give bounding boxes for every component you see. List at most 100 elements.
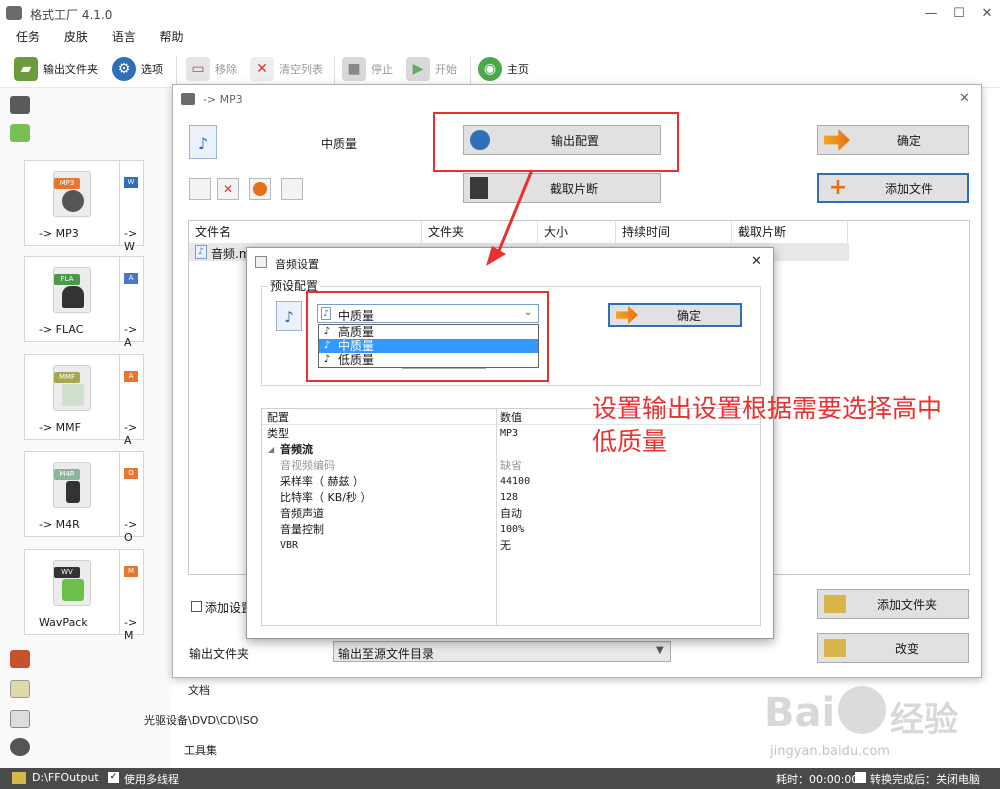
tile-mmf[interactable]: MMF -> MMF bbox=[24, 354, 120, 440]
change-button[interactable]: 改变 bbox=[817, 633, 969, 663]
image-category-icon[interactable] bbox=[10, 650, 30, 668]
watermark-brand: Bai bbox=[764, 690, 836, 736]
play-small-button[interactable] bbox=[249, 178, 271, 200]
tile-wavpack[interactable]: WV WavPack bbox=[24, 549, 120, 635]
audio-file-icon: ♪ bbox=[195, 245, 207, 259]
mmf-file-icon: MMF bbox=[53, 365, 91, 411]
start-button[interactable]: ▶ 开始 bbox=[406, 54, 457, 84]
add-file-button[interactable]: + 添加文件 bbox=[817, 173, 969, 203]
mp3-preset-icon: ♪ bbox=[276, 301, 302, 331]
toolbar-separator bbox=[334, 56, 335, 84]
tile-flac[interactable]: FLA -> FLAC bbox=[24, 256, 120, 342]
col2-badge-2: A bbox=[124, 273, 138, 284]
close-button[interactable]: ✕ bbox=[974, 4, 1000, 24]
menu-skin[interactable]: 皮肤 bbox=[64, 30, 88, 44]
maximize-button[interactable]: ☐ bbox=[946, 4, 972, 24]
output-folder-label: 输出文件夹 bbox=[189, 647, 250, 661]
m4r-file-icon: M4R bbox=[53, 462, 91, 508]
highlight-box-quality bbox=[306, 291, 549, 382]
left-panel: MP3 -> MP3 FLA -> FLAC MMF -> MMF M4R ->… bbox=[0, 88, 172, 768]
tile-mp3[interactable]: MP3 -> MP3 bbox=[24, 160, 120, 246]
property-row[interactable]: VBR 无 bbox=[262, 538, 760, 553]
video-category-icon[interactable] bbox=[10, 96, 30, 114]
menu-bar: 任务 皮肤 语言 帮助 bbox=[0, 28, 1000, 48]
home-button[interactable]: ◉ 主页 bbox=[478, 54, 529, 84]
folder-icon bbox=[824, 639, 846, 657]
dialog-icon bbox=[181, 93, 195, 105]
audio-category-icon[interactable] bbox=[10, 124, 30, 142]
category-optical[interactable]: 光驱设备\DVD\CD\ISO bbox=[144, 712, 258, 728]
toolbar: ▰ 输出文件夹 ⚙ 选项 ▭ 移除 ✕ 清空列表 ■ 停止 ▶ 开始 ◉ 主页 bbox=[0, 50, 1000, 88]
delete-small-button[interactable]: ✕ bbox=[217, 178, 239, 200]
property-row[interactable]: 音视频编码 缺省 bbox=[262, 458, 760, 473]
category-document[interactable]: 文档 bbox=[188, 682, 210, 698]
speaker-icon bbox=[62, 190, 84, 212]
add-folder-button[interactable]: 添加文件夹 bbox=[817, 589, 969, 619]
watermark: Bai 经验 jingyan.baidu.com bbox=[750, 676, 990, 768]
ok-button[interactable]: 确定 bbox=[817, 125, 969, 155]
clear-list-button[interactable]: ✕ 清空列表 bbox=[250, 54, 323, 84]
music-note-icon bbox=[62, 579, 84, 601]
column-filename[interactable]: 文件名 bbox=[189, 221, 422, 243]
tile-col2-1[interactable]: W -> W bbox=[120, 160, 144, 253]
multithread-checkbox[interactable]: ✓ bbox=[108, 772, 119, 783]
headphones-icon bbox=[62, 286, 84, 308]
dialog-close-icon[interactable]: ✕ bbox=[959, 91, 970, 106]
m4r-badge: M4R bbox=[54, 469, 80, 480]
expand-icon[interactable]: ◢ bbox=[268, 442, 274, 457]
shutdown-checkbox[interactable] bbox=[855, 772, 866, 783]
column-clip[interactable]: 截取片断 bbox=[732, 221, 848, 243]
annotation-arrow bbox=[486, 169, 534, 266]
tile-col2-4[interactable]: O -> O bbox=[120, 451, 144, 544]
property-row[interactable]: 音频声道 自动 bbox=[262, 506, 760, 521]
annotation-text: 设置输出设置根据需要选择高中低质量 bbox=[592, 394, 943, 456]
tile-col2-2[interactable]: A -> A bbox=[120, 256, 144, 349]
globe-icon: ◉ bbox=[478, 57, 502, 81]
highlight-box-output-config bbox=[433, 112, 679, 172]
tile-m4r[interactable]: M4R -> M4R bbox=[24, 451, 120, 537]
chevron-down-icon: ▼ bbox=[656, 645, 664, 656]
menu-task[interactable]: 任务 bbox=[16, 30, 40, 44]
audio-dialog-close-icon[interactable]: ✕ bbox=[751, 254, 762, 269]
tools-category-icon[interactable] bbox=[10, 738, 30, 756]
property-row[interactable]: 音量控制 100% bbox=[262, 522, 760, 537]
flac-file-icon: FLA bbox=[53, 267, 91, 313]
stop-button[interactable]: ■ 停止 bbox=[342, 54, 393, 84]
minimize-button[interactable]: — bbox=[918, 4, 944, 24]
column-size[interactable]: 大小 bbox=[538, 221, 616, 243]
options-button[interactable]: ⚙ 选项 bbox=[112, 54, 163, 84]
output-path[interactable]: D:\FFOutput bbox=[32, 771, 99, 784]
property-row[interactable]: 比特率（ KB/秒 ） 128 bbox=[262, 490, 760, 505]
elapsed-time: 耗时：00:00:00 bbox=[776, 773, 859, 786]
phone-icon bbox=[66, 481, 80, 503]
document-icon bbox=[62, 384, 84, 406]
output-folder-select[interactable]: 输出至源文件目录 ▼ bbox=[333, 641, 671, 662]
mp3-music-icon: ♪ bbox=[189, 125, 217, 159]
wv-badge: WV bbox=[54, 567, 80, 578]
multithread-label: 使用多线程 bbox=[124, 773, 179, 786]
add-settings-checkbox[interactable] bbox=[191, 601, 202, 612]
property-row[interactable]: 采样率（ 赫兹 ） 44100 bbox=[262, 474, 760, 489]
preset-ok-button[interactable]: 确定 bbox=[608, 303, 742, 327]
disc-category-icon[interactable] bbox=[10, 710, 30, 728]
tile-col2-3[interactable]: A -> A bbox=[120, 354, 144, 447]
output-folder-button[interactable]: ▰ 输出文件夹 bbox=[14, 54, 98, 84]
tile-col2-5[interactable]: M -> M bbox=[120, 549, 144, 642]
info-small-button[interactable] bbox=[281, 178, 303, 200]
audio-dialog-title: 音频设置 bbox=[275, 258, 319, 271]
col2-badge-3: A bbox=[124, 371, 138, 382]
gear-icon: ⚙ bbox=[112, 57, 136, 81]
column-duration[interactable]: 持续时间 bbox=[616, 221, 732, 243]
folder-icon: ▰ bbox=[14, 57, 38, 81]
menu-help[interactable]: 帮助 bbox=[160, 30, 184, 44]
document-category-icon[interactable] bbox=[10, 680, 30, 698]
menu-language[interactable]: 语言 bbox=[112, 30, 136, 44]
dialog-title: -> MP3 bbox=[203, 93, 243, 106]
arrow-right-icon bbox=[616, 306, 638, 324]
add-file-small-button[interactable] bbox=[189, 178, 211, 200]
folder-icon bbox=[12, 772, 26, 784]
category-tools[interactable]: 工具集 bbox=[184, 742, 217, 758]
watermark-url: jingyan.baidu.com bbox=[770, 744, 890, 759]
remove-button[interactable]: ▭ 移除 bbox=[186, 54, 237, 84]
title-bar: 格式工厂 4.1.0 — ☐ ✕ bbox=[0, 0, 1000, 28]
